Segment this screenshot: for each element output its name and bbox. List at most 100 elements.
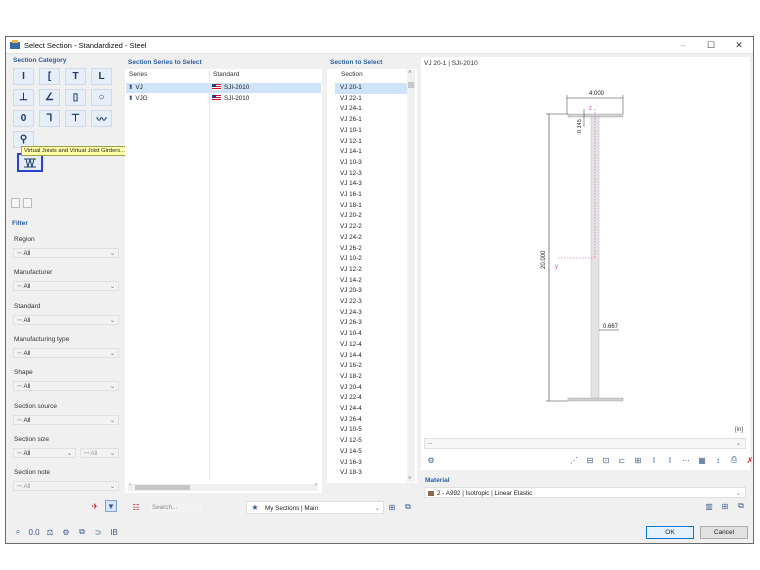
rail-icon[interactable]: ⊤ [65, 110, 86, 127]
material-library-icon[interactable]: ▥ [703, 500, 715, 512]
section-list-item[interactable]: VJ 18-3 [335, 468, 407, 479]
round-tube-icon[interactable]: ○ [91, 89, 112, 106]
section-list-item[interactable]: VJ 16-1 [335, 190, 407, 201]
section-library-icon[interactable]: ☷ [130, 501, 142, 513]
z-section-icon[interactable]: Ꞁ [39, 110, 60, 127]
decimal-icon[interactable]: 0.0 [28, 526, 40, 538]
table-icon[interactable]: ▦ [696, 454, 708, 466]
section-tools-icon[interactable]: ΙΒ [108, 526, 120, 538]
section-vscrollbar[interactable]: ˄ ˅ [407, 70, 415, 482]
filter-select[interactable]: ⎓ All ⌄ [13, 315, 119, 325]
section-list-item[interactable]: VJ 10-3 [335, 158, 407, 169]
edges-icon[interactable]: ⊏ [616, 454, 628, 466]
section-list-item[interactable]: VJ 14-3 [335, 179, 407, 190]
section-list-item[interactable]: VJ 16-2 [335, 361, 407, 372]
add-to-list-icon[interactable]: ⊞ [386, 501, 398, 513]
reset-view-icon[interactable]: ✗ [744, 454, 756, 466]
search-input[interactable]: Search... [149, 503, 203, 513]
section-list-item[interactable]: VJ 14-5 [335, 447, 407, 458]
scroll-left-icon[interactable]: ‹ [129, 482, 131, 488]
scroll-thumb[interactable] [135, 485, 190, 490]
section-list-item[interactable]: VJ 16-3 [335, 458, 407, 469]
info-settings-icon[interactable]: ⚙ [60, 526, 72, 538]
filter-select[interactable]: ⎓ All ⌄ [13, 348, 119, 358]
section-list-item[interactable]: VJ 24-4 [335, 404, 407, 415]
filter-select[interactable]: ⎓ All ⌄ [13, 415, 119, 425]
series-row-vj[interactable]: ⫪ VJ SJI-2010 [126, 83, 321, 93]
pin-icon[interactable]: ✈ [89, 500, 101, 512]
section-list-item[interactable]: VJ 26-4 [335, 415, 407, 426]
preview-dropdown[interactable]: -- ⌄ [424, 438, 746, 449]
series-hscrollbar[interactable]: ‹ › [128, 482, 318, 491]
my-sections-select[interactable]: My Sections | Main ⌄ [246, 501, 384, 514]
section-list-item[interactable]: VJ 22-4 [335, 393, 407, 404]
scroll-up-icon[interactable]: ˄ [408, 70, 412, 76]
section-list-item[interactable]: VJ 22-1 [335, 94, 407, 105]
section-list-item[interactable]: VJ 10-1 [335, 126, 407, 137]
section-list-item[interactable]: VJ 14-2 [335, 276, 407, 287]
section-list-item[interactable]: VJ 10-5 [335, 425, 407, 436]
section-list-item[interactable]: VJ 26-3 [335, 318, 407, 329]
print-icon[interactable]: ⎙ [728, 454, 740, 466]
material-select[interactable]: 2 - A992 | Isotropic | Linear Elastic ⌄ [424, 487, 746, 498]
series-row-vjg[interactable]: ⫪ VJG SJI-2010 [126, 94, 321, 104]
scroll-thumb[interactable] [408, 82, 414, 88]
rectangular-tube-icon[interactable]: ▯ [65, 89, 86, 106]
sheet-pile-icon[interactable]: 〰 [91, 110, 112, 127]
info-icon[interactable] [11, 198, 20, 208]
section-list-item[interactable]: VJ 10-2 [335, 254, 407, 265]
points-icon[interactable]: ⊡ [600, 454, 612, 466]
scroll-right-icon[interactable]: › [315, 482, 317, 488]
favorites-icon[interactable]: ★ [249, 501, 261, 513]
return-icon[interactable]: ⊃ [92, 526, 104, 538]
section-list-item[interactable]: VJ 24-3 [335, 308, 407, 319]
section-list-item[interactable]: VJ 18-1 [335, 201, 407, 212]
section-list-item[interactable]: VJ 22-3 [335, 297, 407, 308]
section-list-item[interactable]: VJ 22-2 [335, 222, 407, 233]
filter-select[interactable]: ⎓ All ⌄ [13, 248, 119, 258]
filter-select[interactable]: ⎓ All ⌄ [13, 481, 119, 491]
filter-icon[interactable]: ▼ [105, 500, 117, 512]
dimensions-icon[interactable]: ⊟ [584, 454, 596, 466]
cancel-button[interactable]: Cancel [700, 526, 748, 539]
i-section-icon[interactable]: I [13, 68, 34, 85]
section-list-item[interactable]: VJ 26-2 [335, 244, 407, 255]
channel-icon[interactable]: [ [39, 68, 60, 85]
inverted-t-icon[interactable]: ⊥ [13, 89, 34, 106]
section-list-item[interactable]: VJ 24-2 [335, 233, 407, 244]
axes-icon[interactable]: ⋰ [568, 454, 580, 466]
section-list-item[interactable]: VJ 12-3 [335, 169, 407, 180]
section-list-item[interactable]: VJ 18-2 [335, 372, 407, 383]
ok-button[interactable]: OK [646, 526, 694, 539]
section-icon[interactable]: I [648, 454, 660, 466]
grid-icon[interactable]: ⋯ [680, 454, 692, 466]
section-list-item[interactable]: VJ 12-4 [335, 340, 407, 351]
edit-material-icon[interactable]: ⧉ [735, 500, 747, 512]
units-icon[interactable]: ⚖ [44, 526, 56, 538]
minimize-button[interactable]: – [669, 37, 697, 53]
section-list-item[interactable]: VJ 12-5 [335, 436, 407, 447]
section-list-item[interactable]: VJ 26-1 [335, 115, 407, 126]
section-list-item[interactable]: VJ 20-4 [335, 383, 407, 394]
section-list-item[interactable]: VJ 10-4 [335, 329, 407, 340]
outline-icon[interactable]: I [664, 454, 676, 466]
settings-icon[interactable]: ⚙ [425, 454, 437, 466]
filter-select[interactable]: ⎓ All ⌄ [13, 381, 119, 391]
maximize-button[interactable]: ☐ [697, 37, 725, 53]
new-material-icon[interactable]: ⊞ [719, 500, 731, 512]
fill-icon[interactable]: ⊞ [632, 454, 644, 466]
filter-select-secondary[interactable]: ⎓ All ⌄ [80, 448, 119, 458]
filter-select[interactable]: ⎓ All ⌄ [13, 448, 76, 458]
section-list-item[interactable]: VJ 14-4 [335, 351, 407, 362]
copy-icon[interactable] [23, 198, 32, 208]
unequal-angle-icon[interactable]: ∠ [39, 89, 60, 106]
angle-icon[interactable]: L [91, 68, 112, 85]
section-list-item[interactable]: VJ 20-3 [335, 286, 407, 297]
filter-select[interactable]: ⎓ All ⌄ [13, 281, 119, 291]
copy-to-list-icon[interactable]: ⧉ [402, 501, 414, 513]
close-button[interactable]: ✕ [725, 37, 753, 53]
section-list-item[interactable]: VJ 12-2 [335, 265, 407, 276]
t-section-icon[interactable]: T [65, 68, 86, 85]
section-list-item[interactable]: VJ 20-2 [335, 211, 407, 222]
copy-icon[interactable]: ⧉ [76, 526, 88, 538]
